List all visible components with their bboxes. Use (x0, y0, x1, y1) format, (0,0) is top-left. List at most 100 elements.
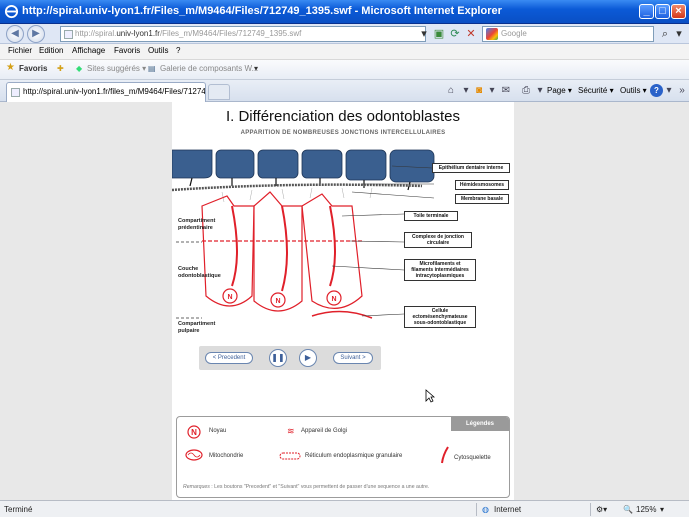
legend-reticulum: Réticulum endoplasmique granulaire (305, 453, 403, 459)
golgi-legend-icon: ≋ (287, 426, 295, 436)
refresh-icon[interactable]: ⟳ (448, 27, 462, 41)
favorites-bar: ★ Favoris ✚ ◆ Sites suggérés ▾ ▤ Galerie… (0, 60, 689, 80)
menu-edition[interactable]: Edition (39, 46, 63, 55)
webslice-gallery-link[interactable]: Galerie de composants W... (160, 64, 258, 73)
menu-bar: Fichier Edition Affichage Favoris Outils… (0, 44, 689, 60)
print-icon[interactable]: ⎙ (519, 84, 533, 98)
slide-subtitle: APPARITION DE NOMBREUSES JONCTIONS INTER… (240, 130, 446, 136)
address-bar: ◀ ▶ http://spiral.univ-lyon1.fr/Files_m/… (0, 24, 689, 44)
svg-text:N: N (191, 428, 197, 437)
search-placeholder: Google (501, 29, 527, 38)
fibrils (221, 187, 373, 203)
basal-membrane (172, 183, 423, 192)
playback-controls: < Precedent ❚❚ ▶ Suivant > (199, 346, 381, 370)
zone-label: Internet (494, 505, 522, 514)
menu-outils[interactable]: Outils (148, 46, 168, 55)
window-title: http://spiral.univ-lyon1.fr/Files_m/M946… (22, 5, 502, 17)
globe-icon: ◍ (482, 505, 489, 514)
page-favicon-icon (64, 30, 73, 39)
ie-logo-icon (4, 4, 19, 19)
url-path: /Files_m/M9464/Files/712749_1395.swf (159, 29, 302, 38)
favorites-more-icon[interactable]: ▾ (254, 64, 258, 73)
close-button[interactable]: × (671, 4, 686, 19)
label-pulp: Compartiment pulpaire (178, 321, 216, 334)
legend-noyau: Noyau (209, 428, 227, 434)
google-logo-icon (486, 28, 498, 40)
legend-panel: Légendes N Noyau ≋ Appareil de Golgi Mit… (176, 416, 510, 498)
zoom-dropdown-icon[interactable]: ▾ (660, 505, 664, 514)
slide-title: I. Différenciation des odontoblastes (225, 108, 461, 125)
menu-affichage[interactable]: Affichage (72, 46, 105, 55)
back-button[interactable]: ◀ (6, 25, 24, 43)
home-icon[interactable]: ⌂ (444, 84, 458, 98)
search-input[interactable]: Google (482, 26, 654, 42)
favorites-button[interactable]: Favoris (19, 64, 47, 73)
callout-basal-membrane: Membrane basale (455, 194, 509, 204)
zoom-icon[interactable]: 🔍 (623, 505, 633, 514)
remarks-text: : Les boutons "Precedent" et "Suivant" v… (209, 484, 430, 490)
mitochondria-legend-icon (185, 449, 203, 461)
suggested-sites-icon: ◆ (76, 64, 83, 73)
home-dropdown-icon[interactable]: ▾ (459, 84, 473, 98)
security-menu[interactable]: Sécurité ▾ (578, 86, 614, 95)
legend-cytosquelette: Cytosquelette (454, 455, 491, 461)
search-options-icon[interactable]: ▾ (672, 27, 686, 41)
callout-junction-complex: Complexe de jonction circulaire (404, 232, 472, 248)
legend-golgi: Appareil de Golgi (301, 428, 348, 434)
compat-view-icon[interactable]: ▣ (432, 27, 446, 41)
stop-icon[interactable]: ✕ (464, 27, 478, 41)
callout-epithelium: Epithélium dentaire interne (432, 163, 510, 173)
feeds-dropdown-icon[interactable]: ▾ (485, 84, 499, 98)
search-icon[interactable]: ⌕ (658, 27, 672, 41)
status-separator (476, 503, 477, 516)
menu-help[interactable]: ? (176, 46, 180, 55)
reticulum-legend-icon (279, 452, 301, 460)
status-text: Terminé (4, 505, 33, 514)
previous-button[interactable]: < Precedent (205, 352, 253, 364)
page-viewport: I. Différenciation des odontoblastes APP… (0, 102, 689, 500)
mail-icon[interactable]: ✉ (499, 84, 513, 98)
print-dropdown-icon[interactable]: ▾ (533, 84, 547, 98)
window-titlebar[interactable]: http://spiral.univ-lyon1.fr/Files_m/M946… (0, 0, 689, 24)
dropdown-arrow-icon[interactable]: ▾ (417, 27, 431, 41)
next-button[interactable]: Suivant > (333, 352, 373, 364)
legend-remarks: Remarques : Les boutons "Precedent" et "… (183, 484, 429, 490)
protected-mode-icon[interactable]: ⚙▾ (596, 505, 607, 514)
svg-text:N: N (275, 298, 280, 305)
add-favorite-icon[interactable]: ✚ (57, 64, 64, 73)
forward-button[interactable]: ▶ (27, 25, 45, 43)
mesenchymal-cell (311, 310, 373, 319)
label-predentine: Compartiment prédentinaire (178, 218, 216, 231)
play-icon: ▶ (304, 353, 312, 362)
new-tab-button[interactable] (208, 84, 230, 100)
url-input[interactable]: http://spiral.univ-lyon1.fr/Files_m/M946… (60, 26, 426, 42)
pause-icon: ❚❚ (271, 353, 285, 362)
feeds-icon[interactable]: ◙ (472, 84, 486, 98)
callout-hemidesmosomes: Hémidesmosomes (455, 180, 509, 190)
menu-favoris[interactable]: Favoris (114, 46, 140, 55)
maximize-button[interactable]: □ (655, 4, 670, 19)
page-menu[interactable]: Page ▾ (547, 86, 572, 95)
label-odontoblastic-layer: Couche odontoblastique (178, 266, 221, 279)
help-dropdown-icon[interactable]: ▾ (662, 84, 676, 98)
play-button[interactable]: ▶ (299, 349, 317, 367)
callout-mesenchymal-cell: Cellule ectomésenchymateuse sous-odontob… (404, 306, 476, 328)
pause-button[interactable]: ❚❚ (269, 349, 287, 367)
svg-text:N: N (331, 296, 336, 303)
url-prefix: http://spiral. (75, 29, 117, 38)
mouse-cursor-icon (425, 389, 435, 403)
favorites-star-icon: ★ (6, 62, 15, 73)
minimize-button[interactable]: _ (639, 4, 654, 19)
menu-fichier[interactable]: Fichier (8, 46, 32, 55)
tab-bar: http://spiral.univ-lyon1.fr/files_m/M946… (0, 80, 689, 102)
url-domain: univ-lyon1.fr (116, 29, 160, 38)
suggested-sites-link[interactable]: Sites suggérés ▾ (87, 64, 146, 73)
tools-menu[interactable]: Outils ▾ (620, 86, 647, 95)
tab-current[interactable]: http://spiral.univ-lyon1.fr/files_m/M946… (6, 82, 206, 102)
toolbar-overflow-icon[interactable]: » (675, 84, 689, 98)
zoom-level[interactable]: 125% (636, 505, 656, 514)
nuclei (222, 288, 342, 308)
tab-label: http://spiral.univ-lyon1.fr/files_m/M946… (23, 87, 206, 96)
tab-favicon-icon (11, 88, 20, 97)
nucleus-legend-icon: N (187, 425, 201, 439)
